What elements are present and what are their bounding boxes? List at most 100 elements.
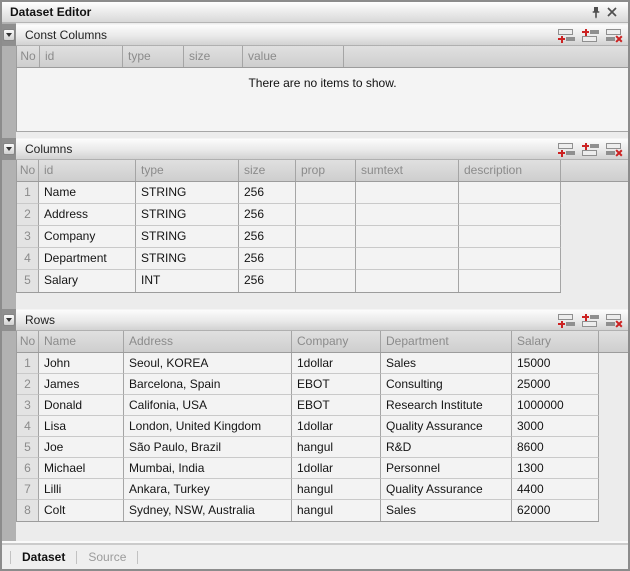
data-cell[interactable]: 25000: [512, 374, 599, 395]
data-cell[interactable]: 1dollar: [292, 353, 381, 374]
row-number-cell[interactable]: 2: [17, 204, 39, 226]
column-header-no[interactable]: No: [17, 331, 39, 352]
data-cell[interactable]: [459, 248, 561, 270]
data-cell[interactable]: Seoul, KOREA: [124, 353, 292, 374]
data-cell[interactable]: James: [39, 374, 124, 395]
data-cell[interactable]: 4400: [512, 479, 599, 500]
column-header-address[interactable]: Address: [124, 331, 292, 352]
data-cell[interactable]: [459, 226, 561, 248]
column-header-prop[interactable]: prop: [296, 160, 356, 181]
row-number-cell[interactable]: 1: [17, 353, 39, 374]
data-cell[interactable]: [356, 204, 459, 226]
data-cell[interactable]: Colt: [39, 500, 124, 521]
column-header-name[interactable]: Name: [39, 331, 124, 352]
column-header-blank[interactable]: [599, 331, 628, 352]
pin-button[interactable]: [588, 4, 604, 20]
data-cell[interactable]: hangul: [292, 479, 381, 500]
column-header-blank[interactable]: [344, 46, 628, 67]
data-cell[interactable]: Address: [39, 204, 136, 226]
data-cell[interactable]: 256: [239, 204, 296, 226]
add-row-button[interactable]: [558, 142, 575, 157]
data-cell[interactable]: EBOT: [292, 374, 381, 395]
data-cell[interactable]: [356, 248, 459, 270]
data-cell[interactable]: [296, 226, 356, 248]
data-cell[interactable]: Ankara, Turkey: [124, 479, 292, 500]
data-cell[interactable]: hangul: [292, 437, 381, 458]
data-cell[interactable]: 1300: [512, 458, 599, 479]
data-cell[interactable]: STRING: [136, 204, 239, 226]
data-cell[interactable]: Sales: [381, 353, 512, 374]
data-cell[interactable]: Company: [39, 226, 136, 248]
column-header-id[interactable]: id: [40, 46, 123, 67]
data-cell[interactable]: 1000000: [512, 395, 599, 416]
row-number-cell[interactable]: 4: [17, 416, 39, 437]
data-cell[interactable]: Name: [39, 182, 136, 204]
data-cell[interactable]: [296, 204, 356, 226]
insert-row-button[interactable]: [582, 28, 599, 43]
delete-row-button[interactable]: [606, 142, 623, 157]
data-cell[interactable]: [459, 270, 561, 292]
data-cell[interactable]: [459, 182, 561, 204]
column-header-department[interactable]: Department: [381, 331, 512, 352]
data-cell[interactable]: R&D: [381, 437, 512, 458]
data-cell[interactable]: Califonia, USA: [124, 395, 292, 416]
data-cell[interactable]: Sales: [381, 500, 512, 521]
data-cell[interactable]: hangul: [292, 500, 381, 521]
data-cell[interactable]: [296, 182, 356, 204]
add-row-button[interactable]: [558, 28, 575, 43]
column-header-type[interactable]: type: [136, 160, 239, 181]
data-cell[interactable]: STRING: [136, 182, 239, 204]
column-header-salary[interactable]: Salary: [512, 331, 599, 352]
row-number-cell[interactable]: 8: [17, 500, 39, 521]
data-cell[interactable]: São Paulo, Brazil: [124, 437, 292, 458]
data-cell[interactable]: 256: [239, 248, 296, 270]
column-header-no[interactable]: No: [17, 160, 39, 181]
row-number-cell[interactable]: 3: [17, 395, 39, 416]
column-header-size[interactable]: size: [184, 46, 243, 67]
data-cell[interactable]: Mumbai, India: [124, 458, 292, 479]
delete-row-button[interactable]: [606, 313, 623, 328]
column-header-blank[interactable]: [561, 160, 628, 181]
row-number-cell[interactable]: 1: [17, 182, 39, 204]
close-button[interactable]: [604, 4, 620, 20]
data-cell[interactable]: [356, 226, 459, 248]
data-cell[interactable]: 256: [239, 226, 296, 248]
collapse-rows-button[interactable]: [3, 314, 15, 326]
data-cell[interactable]: Personnel: [381, 458, 512, 479]
data-cell[interactable]: EBOT: [292, 395, 381, 416]
collapse-columns-button[interactable]: [3, 143, 15, 155]
column-header-description[interactable]: description: [459, 160, 561, 181]
data-cell[interactable]: John: [39, 353, 124, 374]
data-cell[interactable]: Quality Assurance: [381, 416, 512, 437]
data-cell[interactable]: 1dollar: [292, 416, 381, 437]
data-cell[interactable]: Lilli: [39, 479, 124, 500]
data-cell[interactable]: Quality Assurance: [381, 479, 512, 500]
row-number-cell[interactable]: 3: [17, 226, 39, 248]
column-header-no[interactable]: No: [17, 46, 40, 67]
column-header-value[interactable]: value: [243, 46, 344, 67]
column-header-company[interactable]: Company: [292, 331, 381, 352]
data-cell[interactable]: Michael: [39, 458, 124, 479]
add-row-button[interactable]: [558, 313, 575, 328]
data-cell[interactable]: STRING: [136, 226, 239, 248]
data-cell[interactable]: [296, 248, 356, 270]
data-cell[interactable]: 8600: [512, 437, 599, 458]
data-cell[interactable]: 1dollar: [292, 458, 381, 479]
data-cell[interactable]: Consulting: [381, 374, 512, 395]
data-cell[interactable]: London, United Kingdom: [124, 416, 292, 437]
column-header-id[interactable]: id: [39, 160, 136, 181]
insert-row-button[interactable]: [582, 142, 599, 157]
data-cell[interactable]: [296, 270, 356, 292]
data-cell[interactable]: 256: [239, 270, 296, 292]
data-cell[interactable]: Joe: [39, 437, 124, 458]
row-number-cell[interactable]: 4: [17, 248, 39, 270]
data-cell[interactable]: Donald: [39, 395, 124, 416]
row-number-cell[interactable]: 6: [17, 458, 39, 479]
delete-row-button[interactable]: [606, 28, 623, 43]
data-cell[interactable]: STRING: [136, 248, 239, 270]
data-cell[interactable]: 3000: [512, 416, 599, 437]
data-cell[interactable]: [356, 182, 459, 204]
data-cell[interactable]: Barcelona, Spain: [124, 374, 292, 395]
row-number-cell[interactable]: 2: [17, 374, 39, 395]
insert-row-button[interactable]: [582, 313, 599, 328]
